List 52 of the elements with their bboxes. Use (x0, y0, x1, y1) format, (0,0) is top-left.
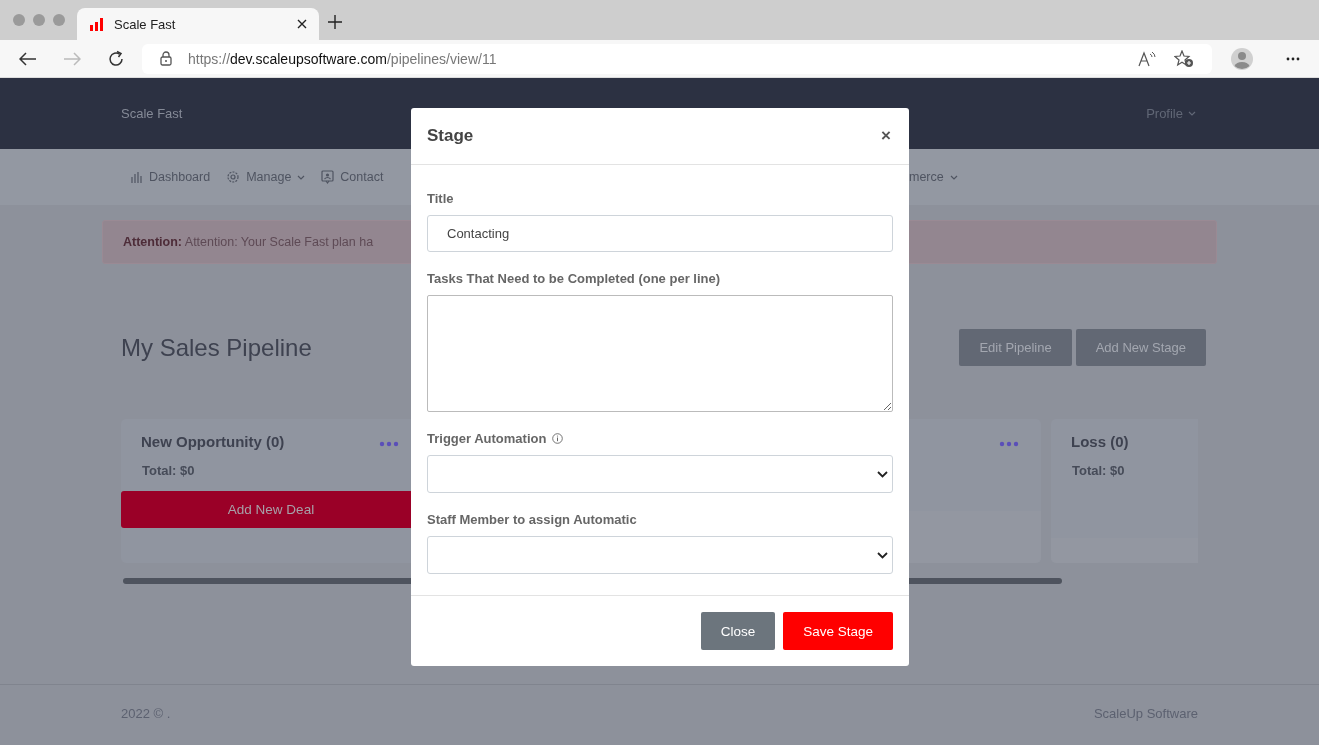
new-tab-icon[interactable] (328, 15, 342, 29)
field-label: Trigger Automation (427, 431, 547, 446)
window-zoom-light[interactable] (53, 14, 65, 26)
url-text: https://dev.scaleupsoftware.com/pipelines/view/11 (188, 50, 497, 67)
nav-item[interactable]: merce (909, 170, 958, 184)
nav-item[interactable]: Dashboard (131, 170, 211, 184)
bar-chart-icon (131, 171, 143, 183)
more-icon[interactable] (1286, 56, 1300, 61)
page-title: My Sales Pipeline (121, 333, 312, 362)
avatar-icon[interactable] (1231, 47, 1253, 70)
stage-total: Total: $0 (1071, 462, 1126, 478)
alert-text: Attention: Attention: Your Scale Fast plan ha (123, 235, 374, 249)
toolbar-button[interactable]: Add New Stage (1075, 329, 1206, 366)
nav-item[interactable]: Contact (321, 170, 384, 184)
save-button[interactable]: Save Stage (783, 612, 893, 650)
field-label: Tasks That Need to be Completed (one per line) (427, 271, 721, 286)
tab-title: Scale Fast (114, 16, 177, 32)
browser-tab[interactable]: Scale Fast (77, 8, 319, 40)
field-label: Title (427, 191, 454, 206)
address-bar[interactable]: https://dev.scaleupsoftware.com/pipelines/view/11 (142, 43, 1212, 74)
close-icon[interactable] (297, 19, 307, 29)
select-field[interactable] (427, 536, 893, 574)
textarea-field[interactable] (427, 295, 893, 412)
window-minimize-light[interactable] (33, 14, 45, 26)
back-arrow-icon[interactable] (19, 51, 37, 66)
brand-link[interactable]: Scale Fast (121, 106, 183, 121)
window-close-light[interactable] (13, 14, 25, 26)
stage-title: New Opportunity (0) (141, 432, 285, 450)
toolbar-button[interactable]: Edit Pipeline (959, 329, 1072, 366)
gear-icon (226, 170, 241, 184)
bar-chart-icon (89, 17, 105, 31)
close-button[interactable]: Close (700, 612, 776, 650)
info-icon (552, 433, 564, 444)
nav-item[interactable]: Manage (226, 170, 306, 184)
contact-card-icon (321, 170, 335, 184)
stage-title: Loss (0) (1071, 432, 1129, 450)
read-aloud-icon[interactable] (1138, 50, 1158, 67)
stage-total: Total: $0 (141, 462, 196, 478)
field-label: Staff Member to assign Automatic (427, 512, 637, 527)
chevron-icon (877, 470, 888, 478)
chevron-icon (877, 551, 888, 559)
chevron-icon (297, 174, 306, 180)
forward-arrow-icon[interactable] (63, 51, 81, 66)
star-plus-icon[interactable] (1174, 49, 1194, 68)
dialog-title: Stage (427, 126, 474, 146)
chevron-icon (1188, 111, 1196, 116)
chevron-icon (949, 174, 958, 180)
lock-icon (160, 51, 172, 66)
select-field[interactable] (427, 455, 893, 493)
close-button[interactable]: × (879, 126, 893, 146)
input-field[interactable]: Contacting (427, 215, 893, 252)
reload-icon[interactable] (107, 49, 125, 68)
